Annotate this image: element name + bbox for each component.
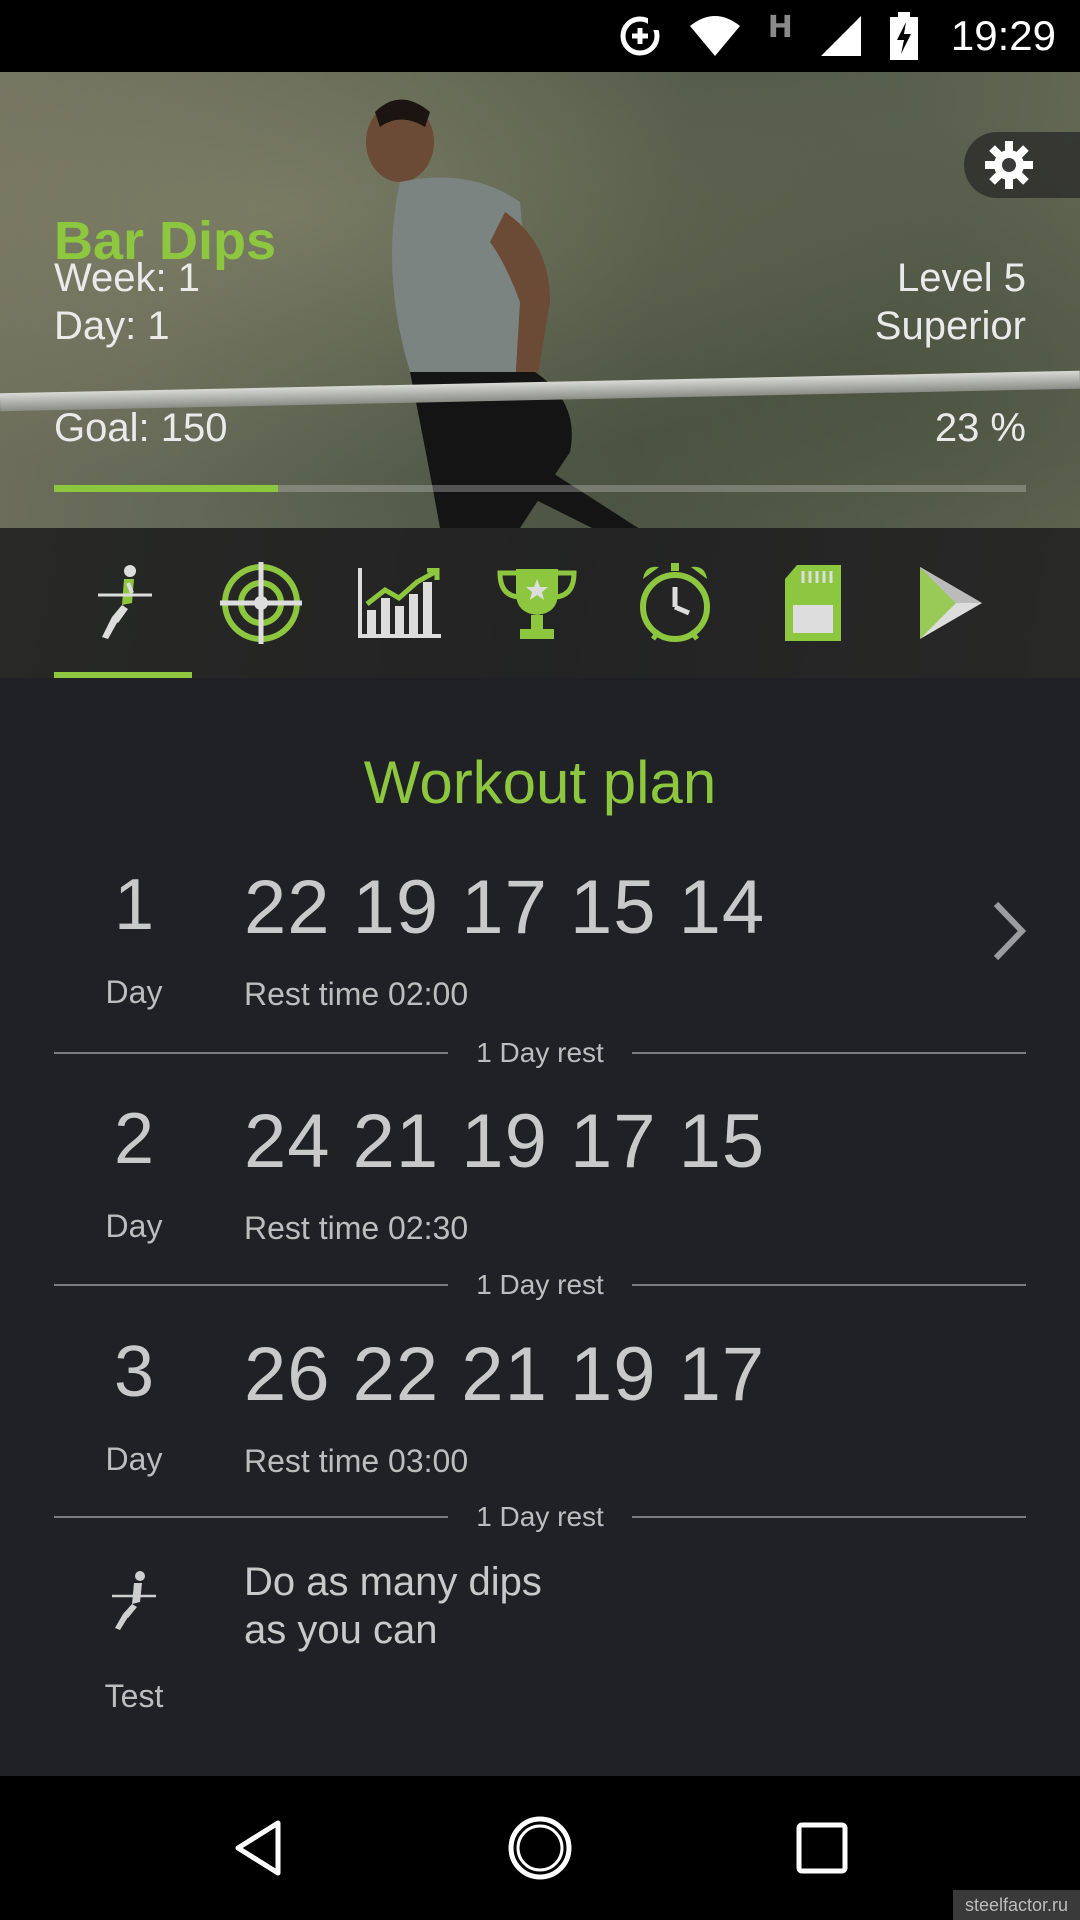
tab-backup[interactable]: [744, 528, 882, 678]
day-label: Day: [105, 974, 163, 1010]
chevron-right-icon[interactable]: [992, 900, 1026, 962]
tab-target[interactable]: [192, 528, 330, 678]
test-line-2: as you can: [244, 1608, 438, 1652]
divider-line: [631, 1516, 1027, 1518]
progress-bar: [54, 485, 1026, 492]
network-type-label: H: [767, 10, 793, 45]
rest-divider: 1 Day rest: [54, 1265, 1027, 1305]
sd-card-icon: [785, 565, 841, 641]
divider-line: [54, 1516, 449, 1518]
reps-sequence: 24 21 19 17 15: [244, 1099, 766, 1184]
settings-button[interactable]: [964, 132, 1080, 198]
goal-label: Goal: 150: [54, 406, 228, 450]
play-store-icon: [920, 567, 982, 639]
hero-header: Bar Dips Week: 1 Day: 1 Level 5 Superior…: [0, 72, 1080, 528]
section-title: Workout plan: [363, 749, 717, 816]
navigation-bar: steelfactor.ru: [0, 1776, 1080, 1920]
progress-percent: 23 %: [934, 406, 1026, 450]
athlete-image: [366, 99, 639, 528]
day-label: Day: [105, 1441, 163, 1477]
tab-workout[interactable]: [54, 528, 192, 678]
watermark: steelfactor.ru: [952, 1890, 1080, 1920]
rest-time: Rest time 03:00: [244, 1443, 469, 1479]
recents-icon[interactable]: [796, 1822, 848, 1874]
tab-reminder[interactable]: [606, 528, 744, 678]
day-row-1[interactable]: 1 Day 22 19 17 15 14 Rest time 02:00: [0, 864, 1080, 1014]
rest-divider: 1 Day rest: [54, 1497, 1027, 1537]
level-name-label: Superior: [874, 304, 1026, 348]
home-icon[interactable]: [507, 1815, 573, 1881]
dips-figure-icon: [112, 1571, 156, 1630]
alarm-clock-icon: [640, 563, 710, 642]
divider-line: [54, 1052, 449, 1054]
trophy-icon: [497, 569, 577, 639]
day-number: 1: [113, 865, 155, 945]
day-label: Day: 1: [54, 304, 170, 348]
tab-achievements[interactable]: [468, 528, 606, 678]
tab-more-apps[interactable]: [882, 528, 1020, 678]
rest-divider-label: 1 Day rest: [476, 1037, 604, 1068]
signal-icon: [820, 16, 861, 56]
test-label: Test: [104, 1678, 164, 1714]
data-saver-icon: [620, 16, 660, 56]
day-number: 3: [113, 1332, 155, 1412]
rest-divider-label: 1 Day rest: [476, 1269, 604, 1300]
week-label: Week: 1: [54, 256, 200, 300]
day-row-3[interactable]: 3 Day 26 22 21 19 17 Rest time 03:00: [0, 1331, 1080, 1481]
reps-sequence: 22 19 17 15 14: [244, 865, 766, 950]
test-line-1: Do as many dips: [244, 1560, 542, 1604]
rest-time: Rest time 02:30: [244, 1210, 469, 1246]
divider-line: [631, 1052, 1027, 1054]
divider-line: [54, 1284, 449, 1286]
test-row[interactable]: Test Do as many dips as you can: [0, 1558, 1080, 1718]
day-number: 2: [113, 1099, 155, 1179]
status-bar: H 19:29: [0, 0, 1080, 72]
tab-statistics[interactable]: [330, 528, 468, 678]
day-label: Day: [105, 1208, 163, 1244]
divider-line: [631, 1284, 1027, 1286]
rest-divider-label: 1 Day rest: [476, 1501, 604, 1532]
chart-icon: [358, 568, 441, 638]
rest-time: Rest time 02:00: [244, 976, 469, 1012]
target-icon: [220, 562, 302, 644]
gear-icon: [985, 141, 1033, 189]
reps-sequence: 26 22 21 19 17: [244, 1332, 766, 1417]
back-icon[interactable]: [232, 1819, 284, 1877]
progress-bar-fill: [54, 485, 278, 492]
battery-charging-icon: [889, 12, 918, 60]
level-label: Level 5: [897, 256, 1026, 300]
rest-divider: 1 Day rest: [54, 1033, 1027, 1073]
clock: 19:29: [950, 12, 1056, 59]
test-instructions: Do as many dips as you can: [244, 1558, 744, 1654]
day-row-2[interactable]: 2 Day 24 21 19 17 15 Rest time 02:30: [0, 1098, 1080, 1248]
wifi-icon: [689, 16, 740, 56]
tab-toolbar: [0, 528, 1080, 678]
workout-plan: Workout plan 1 Day 22 19 17 15 14 Rest t…: [0, 678, 1080, 1776]
dips-figure-icon: [98, 565, 152, 639]
